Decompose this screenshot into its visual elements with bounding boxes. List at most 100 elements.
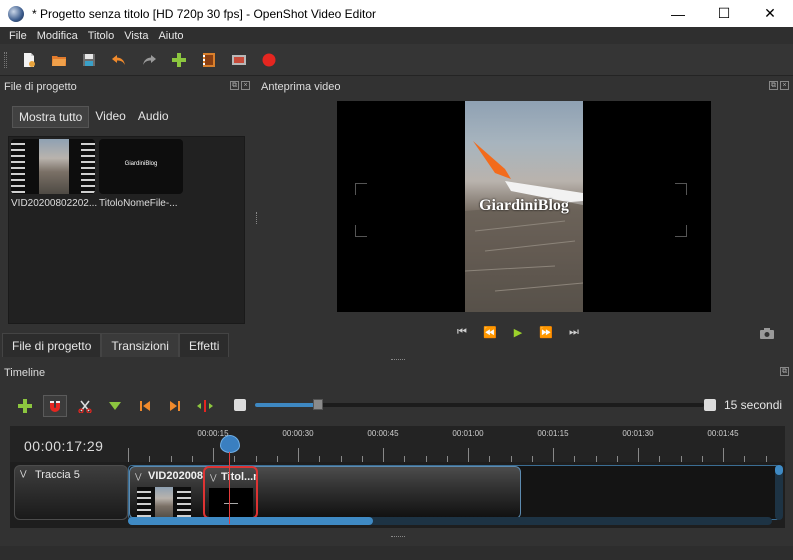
clip-title: VID2020080 (148, 470, 210, 482)
thumbnail-text: GiardiniBlog (124, 161, 158, 167)
timeline-toolbar (10, 395, 220, 417)
timeline-splitter[interactable] (391, 536, 405, 538)
video-preview[interactable]: GiardiniBlog (337, 101, 711, 312)
jump-start-button[interactable]: ⏮ (455, 325, 469, 339)
tab-project-files[interactable]: File di progetto (2, 333, 102, 357)
openshot-logo-icon (8, 5, 24, 22)
timeline-horizontal-scrollbar[interactable] (128, 517, 772, 525)
add-track-icon[interactable] (10, 395, 40, 417)
undo-icon[interactable] (104, 48, 134, 72)
menu-help[interactable]: Aiuto (153, 30, 188, 42)
ruler-tick-label: 00:01:45 (707, 429, 739, 438)
menu-file[interactable]: File (4, 30, 32, 42)
zoom-slider-handle[interactable] (313, 399, 323, 410)
fullscreen-icon[interactable] (224, 48, 254, 72)
panel-splitter[interactable] (256, 212, 258, 224)
add-marker-icon[interactable] (100, 395, 130, 417)
window-title: * Progetto senza titolo [HD 720p 30 fps]… (32, 6, 376, 21)
track-header[interactable]: ⋁ Traccia 5 (14, 465, 128, 520)
ruler-tick-label: 00:01:00 (452, 429, 484, 438)
ruler-tick-label: 00:00:30 (282, 429, 314, 438)
ruler-tick (468, 448, 469, 462)
filter-video[interactable]: Video (89, 106, 131, 128)
overlay-title-text: GiardiniBlog (479, 197, 569, 214)
status-bar (0, 546, 793, 560)
zoom-out-icon[interactable] (234, 399, 246, 411)
project-files-header: File di progetto (4, 81, 77, 93)
play-button[interactable]: ▶ (511, 325, 525, 339)
save-project-icon[interactable] (74, 48, 104, 72)
menu-edit[interactable]: Modifica (32, 30, 83, 42)
clip-menu-icon[interactable]: ⋁ (210, 473, 217, 482)
project-files-list[interactable]: VID2020080220​2... GiardiniBlog TitoloNo… (8, 136, 245, 324)
file-label: TitoloNomeFile-... (99, 198, 178, 209)
snapping-magnet-icon[interactable] (43, 395, 67, 417)
float-panel-icon[interactable]: ⧉ (230, 81, 239, 90)
float-panel-icon[interactable]: ⧉ (780, 367, 789, 376)
redo-icon[interactable] (134, 48, 164, 72)
timeline-vertical-scrollbar[interactable] (775, 465, 783, 520)
jump-end-button[interactable]: ⏭ (567, 325, 581, 339)
profile-icon[interactable] (194, 48, 224, 72)
playhead-timecode: 00:00:17:29 (24, 438, 104, 454)
zoom-slider[interactable] (255, 399, 704, 410)
tab-effects[interactable]: Effetti (178, 333, 230, 357)
razor-scissors-icon[interactable] (70, 395, 100, 417)
timeline-header: Timeline (4, 367, 46, 379)
minimize-button[interactable]: — (655, 0, 701, 27)
title-clip[interactable]: ⋁ Titol...mp4 (203, 466, 258, 519)
ruler-tick (383, 448, 384, 462)
tab-transitions[interactable]: Transizioni (101, 333, 179, 357)
next-marker-icon[interactable] (160, 395, 190, 417)
main-toolbar (0, 44, 793, 76)
track-collapse-icon[interactable]: ⋁ (20, 469, 27, 478)
openshot-window: * Progetto senza titolo [HD 720p 30 fps]… (0, 0, 793, 560)
rewind-button[interactable]: ⏪ (483, 325, 497, 339)
title-thumbnail: GiardiniBlog (99, 139, 183, 194)
file-item-video[interactable]: VID2020080220​2... (11, 139, 97, 209)
ruler-tick (638, 448, 639, 462)
clip-menu-icon[interactable]: ⋁ (135, 472, 142, 481)
preview-splitter[interactable] (391, 359, 405, 361)
playhead-handle[interactable] (220, 435, 240, 453)
filter-audio[interactable]: Audio (132, 106, 175, 128)
close-button[interactable]: ✕ (747, 0, 793, 27)
filter-show-all[interactable]: Mostra tutto (12, 106, 90, 128)
clip-thumbnail (209, 488, 253, 517)
menu-title[interactable]: Titolo (83, 30, 120, 42)
preview-header: Anteprima video (261, 81, 341, 93)
ruler-tick-label: 00:00:45 (367, 429, 399, 438)
close-panel-icon[interactable]: × (241, 81, 250, 90)
track-name: Traccia 5 (35, 469, 80, 481)
video-frame: GiardiniBlog (465, 101, 583, 312)
zoom-level-label: 15 secondi (724, 398, 783, 412)
maximize-button[interactable]: ☐ (701, 0, 747, 27)
ruler-tick (298, 448, 299, 462)
playback-controls: ⏮ ⏪ ▶ ⏩ ⏭ (455, 325, 581, 339)
video-thumbnail (11, 139, 95, 194)
clip-thumbnail (137, 487, 191, 518)
export-video-icon[interactable] (254, 48, 284, 72)
close-panel-icon[interactable]: × (780, 81, 789, 90)
title-bar: * Progetto senza titolo [HD 720p 30 fps]… (0, 0, 793, 27)
new-project-icon[interactable] (14, 48, 44, 72)
import-files-icon[interactable] (164, 48, 194, 72)
previous-marker-icon[interactable] (130, 395, 160, 417)
playhead-line (229, 452, 230, 524)
center-playhead-icon[interactable] (190, 395, 220, 417)
file-item-title[interactable]: GiardiniBlog TitoloNomeFile-... (99, 139, 185, 209)
video-clip[interactable]: ⋁ VID2020080 (129, 466, 521, 519)
open-project-icon[interactable] (44, 48, 74, 72)
zoom-in-icon[interactable] (704, 399, 716, 411)
horizontal-scroll-thumb[interactable] (128, 517, 373, 525)
camera-snapshot-icon[interactable] (760, 327, 774, 339)
vertical-scroll-thumb[interactable] (775, 465, 783, 475)
file-label: VID2020080220​2... (11, 198, 97, 209)
float-panel-icon[interactable]: ⧉ (769, 81, 778, 90)
fast-forward-button[interactable]: ⏩ (539, 325, 553, 339)
menu-bar: File Modifica Titolo Vista Aiuto (0, 27, 793, 44)
ruler-tick (723, 448, 724, 462)
menu-view[interactable]: Vista (119, 30, 153, 42)
toolbar-grip[interactable] (4, 52, 7, 68)
ruler-tick-label: 00:01:30 (622, 429, 654, 438)
